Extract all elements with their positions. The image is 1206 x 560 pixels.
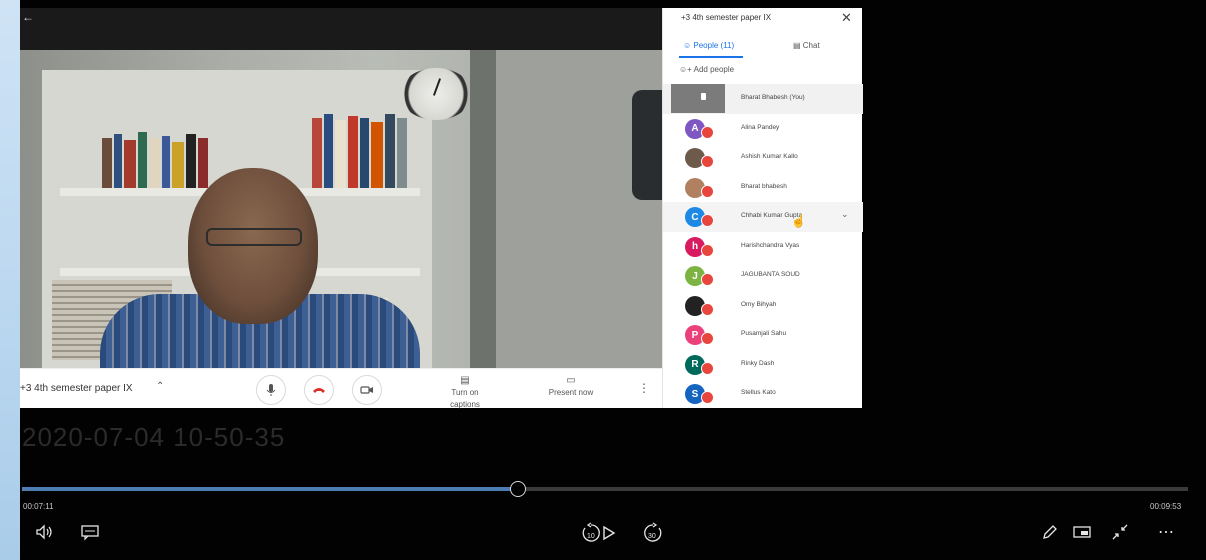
present-label: Present now — [548, 388, 594, 397]
participant-name: Ashish Kumar Kallo — [741, 153, 798, 160]
person-head — [188, 168, 318, 324]
participant-row[interactable]: R Rinky Dash — [663, 350, 863, 380]
status-badge — [701, 273, 714, 286]
status-badge — [701, 125, 714, 139]
ellipsis-icon: ⋯ — [1158, 524, 1174, 541]
status-badge — [701, 155, 714, 168]
camera-icon — [360, 386, 373, 394]
participant-row[interactable]: P Pusamjali Sahu — [663, 320, 863, 350]
participant-name: Pusamjali Sahu — [741, 330, 787, 337]
participant-row[interactable]: Ashish Kumar Kallo — [663, 143, 863, 173]
more-options-icon[interactable]: ⋮ — [638, 381, 650, 395]
subtitles-icon — [81, 525, 99, 541]
seek-bar[interactable] — [22, 481, 1188, 497]
add-person-icon: ☺+ — [679, 65, 694, 74]
recording-timestamp: 2020-07-04 10-50-35 — [22, 422, 286, 452]
participant-name: Bharat bhabesh — [741, 182, 787, 190]
microphone-button[interactable] — [256, 375, 286, 405]
participant-row[interactable]: S Stellus Kato — [663, 379, 863, 409]
person-glasses — [206, 228, 302, 246]
meeting-top-bar: ← — [20, 8, 662, 50]
end-call-button[interactable] — [304, 375, 334, 405]
seek-progress — [22, 487, 518, 491]
add-people-label: Add people — [693, 65, 735, 74]
volume-icon — [36, 524, 52, 540]
meeting-name: +3 4th semester paper IX — [20, 383, 133, 394]
status-badge — [701, 302, 714, 316]
status-badge — [701, 214, 714, 227]
participant-row[interactable]: J JAGUBANTA SOUD — [663, 261, 863, 291]
participant-row[interactable]: Bharat bhabesh — [663, 173, 863, 203]
status-badge — [701, 332, 714, 345]
participant-row[interactable]: Omy Bihyah — [663, 291, 863, 321]
participant-name: Bharat Bhabesh (You) — [741, 94, 805, 101]
participant-name: Stellus Kato — [741, 389, 776, 396]
svg-text:30: 30 — [648, 533, 656, 540]
close-icon[interactable]: ✕ — [841, 10, 852, 26]
participant-name: Alina Pandey — [741, 123, 780, 131]
pencil-icon — [1043, 525, 1057, 539]
subtitles-button[interactable] — [80, 522, 100, 542]
seek-handle[interactable] — [510, 481, 526, 497]
wall-clock — [400, 68, 472, 120]
skip-forward-button[interactable]: 30 — [642, 522, 664, 544]
participant-name: Rinky Dash — [741, 359, 775, 367]
hang-up-icon — [313, 388, 325, 393]
exit-fullscreen-button[interactable] — [1110, 522, 1130, 542]
add-people-button[interactable]: ☺+ Add people — [679, 65, 734, 74]
svg-text:10: 10 — [587, 533, 595, 540]
present-icon: ▭ — [566, 375, 576, 386]
participant-video — [20, 50, 662, 368]
status-badge — [701, 391, 714, 404]
meeting-frame: ← +3 4th semester paper IX ⌃ ▤ Turn on c… — [20, 8, 863, 411]
captions-label: Turn on captions — [450, 388, 480, 409]
captions-icon: ▤ — [460, 375, 470, 386]
status-badge — [701, 184, 714, 198]
meeting-controls-bar: +3 4th semester paper IX ⌃ ▤ Turn on cap… — [20, 368, 662, 411]
more-options-button[interactable]: ⋯ — [1158, 522, 1174, 544]
status-badge — [701, 243, 714, 257]
exit-fullscreen-icon — [1112, 524, 1128, 540]
chevron-down-icon[interactable]: ⌄ — [841, 209, 849, 220]
captions-button[interactable]: ▤ Turn on captions — [440, 375, 490, 411]
participant-name: Harishchandra Vyas — [741, 241, 800, 249]
participant-name: JAGUBANTA SOUD — [741, 271, 800, 278]
pointer-cursor-icon: ☝ — [791, 214, 806, 228]
participant-row[interactable]: h Harishchandra Vyas — [663, 232, 863, 262]
participant-name: Omy Bihyah — [741, 300, 777, 308]
tab-people[interactable]: ☺ People (11) — [683, 41, 734, 50]
elapsed-time: 00:07:11 — [23, 502, 54, 511]
tab-chat[interactable]: ▤ Chat — [793, 41, 820, 50]
camera-button[interactable] — [352, 375, 382, 405]
mini-view-button[interactable] — [1072, 522, 1092, 542]
participant-list: Bharat Bhabesh (You) A Alina Pandey Ashish … — [663, 84, 863, 409]
left-background-strip — [0, 0, 20, 560]
edit-button[interactable] — [1040, 522, 1060, 542]
mini-view-icon — [1073, 526, 1091, 538]
microphone-icon — [266, 384, 276, 396]
chat-icon: ▤ — [793, 41, 803, 50]
status-badge — [701, 361, 714, 375]
skip-forward-icon: 30 — [644, 522, 662, 542]
participant-row[interactable]: A Alina Pandey — [663, 114, 863, 144]
tab-chat-label: Chat — [802, 41, 820, 50]
participant-row[interactable]: C Chhabi Kumar Gupta ⌄ ☝ — [663, 202, 863, 232]
play-icon — [603, 525, 616, 541]
self-video-thumbnail — [671, 84, 725, 113]
back-arrow-icon: ← — [22, 10, 34, 24]
people-icon: ☺ — [683, 41, 694, 50]
volume-button[interactable] — [34, 522, 54, 542]
tab-people-label: People (11) — [693, 41, 735, 50]
participant-row-self[interactable]: Bharat Bhabesh (You) — [663, 84, 863, 114]
play-button[interactable] — [598, 522, 618, 544]
total-duration: 00:09:53 — [1150, 502, 1182, 511]
present-now-button[interactable]: ▭ Present now — [546, 375, 596, 399]
people-panel: +3 4th semester paper IX ✕ ☺ People (11)… — [662, 8, 863, 409]
active-tab-indicator — [679, 56, 743, 58]
chevron-up-icon[interactable]: ⌃ — [156, 381, 164, 392]
panel-title: +3 4th semester paper IX — [681, 13, 772, 22]
